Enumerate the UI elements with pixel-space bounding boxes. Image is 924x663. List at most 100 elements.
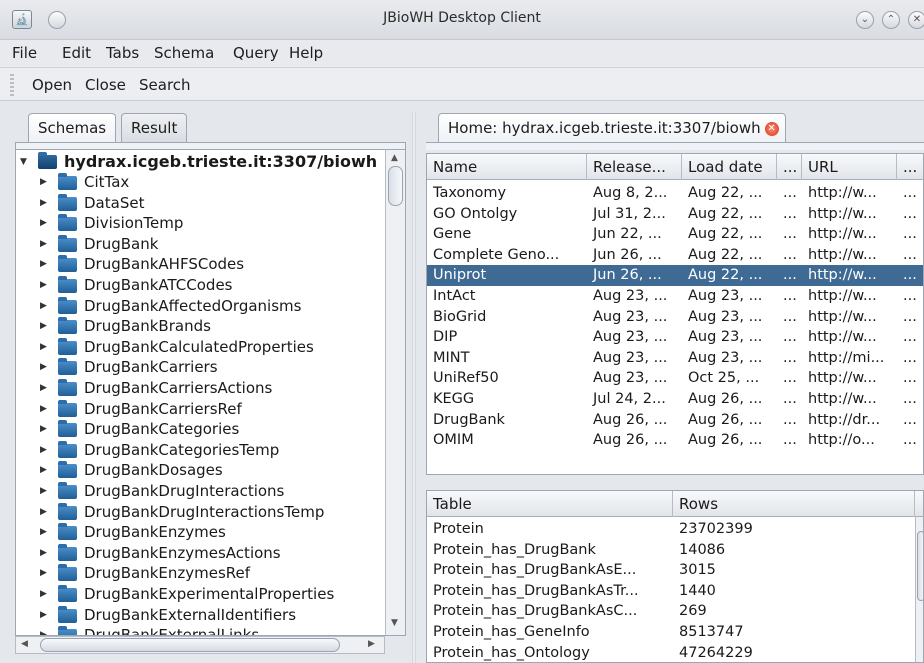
tab-result[interactable]: Result <box>121 113 188 143</box>
table-row[interactable]: Protein_has_GeneInfo 8513747 <box>427 622 915 643</box>
dataset-row[interactable]: UniRef50 Aug 23, ... Oct 25, ...... http://… <box>427 368 923 389</box>
tables-vertical-scrollbar[interactable] <box>915 517 923 662</box>
dataset-row[interactable]: Complete Geno... Jun 26, ... Aug 22, .....… <box>427 245 923 266</box>
close-window-icon[interactable]: ✕ <box>908 11 924 29</box>
menu-edit[interactable]: Edit <box>62 44 91 62</box>
dataset-row[interactable]: BioGrid Aug 23, ... Aug 23, ...... http://w… <box>427 307 923 328</box>
table-row[interactable]: Protein_has_DrugBank 14086 <box>427 540 915 561</box>
collapse-arrow-icon[interactable]: ▶ <box>40 419 50 439</box>
collapse-arrow-icon[interactable]: ▶ <box>40 234 50 254</box>
toolbar-grip[interactable] <box>10 74 14 96</box>
table-row[interactable]: Protein_has_DrugBankAsTr... 1440 <box>427 581 915 602</box>
collapse-arrow-icon[interactable]: ▶ <box>40 254 50 274</box>
maximize-icon[interactable]: ⌃ <box>882 11 900 29</box>
collapse-arrow-icon[interactable]: ▶ <box>40 357 50 377</box>
dataset-row[interactable]: MINT Aug 23, ... Aug 23, ...... http://mi..… <box>427 348 923 369</box>
minimize-icon[interactable]: ⌄ <box>856 11 874 29</box>
column-header-url[interactable]: URL <box>802 154 897 180</box>
dataset-row[interactable]: Uniprot Jun 26, ... Aug 22, ...... http://w… <box>427 265 923 286</box>
column-header-release[interactable]: Release... <box>587 154 682 180</box>
datasets-table[interactable]: Name Release... Load date ... URL ... Ta… <box>426 153 924 475</box>
tree-item[interactable]: ▶ DrugBankDosages <box>16 460 384 480</box>
collapse-arrow-icon[interactable]: ▶ <box>40 502 50 522</box>
collapse-arrow-icon[interactable]: ▶ <box>40 460 50 480</box>
dataset-row[interactable]: OMIM Aug 26, ... Aug 26, ...... http://o...… <box>427 430 923 451</box>
tables-scroll-thumb[interactable] <box>917 531 923 601</box>
tree-item[interactable]: ▶ DrugBankDrugInteractionsTemp <box>16 502 384 522</box>
column-header-load-date[interactable]: Load date <box>682 154 777 180</box>
tree-horizontal-scrollbar[interactable]: ◀ ▶ <box>15 636 385 654</box>
close-button[interactable]: Close <box>85 76 126 94</box>
dataset-row[interactable]: Gene Jun 22, ... Aug 22, ...... http://w...… <box>427 224 923 245</box>
collapse-arrow-icon[interactable]: ▶ <box>40 296 50 316</box>
collapse-arrow-icon[interactable]: ▶ <box>40 440 50 460</box>
collapse-arrow-icon[interactable]: ▶ <box>40 213 50 233</box>
tree-item[interactable]: ▶ DrugBankCategories <box>16 419 384 439</box>
search-button[interactable]: Search <box>139 76 191 94</box>
tree-item[interactable]: ▶ DrugBankCalculatedProperties <box>16 337 384 357</box>
tree-item[interactable]: ▶ DrugBankBrands <box>16 316 384 336</box>
column-header-name[interactable]: Name <box>427 154 587 180</box>
tree-item[interactable]: ▶ DataSet <box>16 193 384 213</box>
tab-schemas[interactable]: Schemas <box>28 113 117 143</box>
column-header-extra[interactable]: ... <box>897 154 923 180</box>
menu-help[interactable]: Help <box>289 44 323 62</box>
table-row[interactable]: Protein_has_DrugBankAsE... 3015 <box>427 560 915 581</box>
table-row[interactable]: Protein_has_DrugBankAsC... 269 <box>427 601 915 622</box>
tree-item[interactable]: ▶ DrugBank <box>16 234 384 254</box>
dataset-row[interactable]: IntAct Aug 23, ... Aug 23, ...... http://w.… <box>427 286 923 307</box>
dataset-row[interactable]: DrugBank Aug 26, ... Aug 26, ...... http://… <box>427 410 923 431</box>
scroll-up-icon[interactable]: ▲ <box>391 153 398 163</box>
tree-item[interactable]: ▶ CitTax <box>16 172 384 192</box>
tree-item[interactable]: ▶ DrugBankDrugInteractions <box>16 481 384 501</box>
scroll-left-icon[interactable]: ◀ <box>21 639 28 649</box>
collapse-arrow-icon[interactable]: ▶ <box>40 522 50 542</box>
tree-item[interactable]: ▶ DrugBankExperimentalProperties <box>16 584 384 604</box>
tree-vertical-scrollbar[interactable]: ▲ ▼ <box>385 150 405 635</box>
collapse-arrow-icon[interactable]: ▶ <box>40 337 50 357</box>
column-header-rows[interactable]: Rows <box>673 491 915 517</box>
collapse-arrow-icon[interactable]: ▶ <box>40 275 50 295</box>
menu-file[interactable]: File <box>12 44 37 62</box>
scroll-right-icon[interactable]: ▶ <box>368 639 375 649</box>
collapse-arrow-icon[interactable]: ▶ <box>40 378 50 398</box>
column-header-table[interactable]: Table <box>427 491 673 517</box>
menu-tabs[interactable]: Tabs <box>106 44 139 62</box>
collapse-arrow-icon[interactable]: ▶ <box>40 481 50 501</box>
dataset-row[interactable]: Taxonomy Aug 8, 2... Aug 22, ...... http://… <box>427 183 923 204</box>
dataset-row[interactable]: GO Ontolgy Jul 31, 2... Aug 22, ...... http… <box>427 204 923 225</box>
tree-item[interactable]: ▶ DrugBankEnzymes <box>16 522 384 542</box>
collapse-arrow-icon[interactable]: ▶ <box>40 399 50 419</box>
collapse-arrow-icon[interactable]: ▶ <box>40 316 50 336</box>
tab-home[interactable]: Home: hydrax.icgeb.trieste.it:3307/biowh… <box>438 113 786 143</box>
close-tab-icon[interactable]: ✕ <box>764 121 779 136</box>
open-button[interactable]: Open <box>32 76 72 94</box>
collapse-arrow-icon[interactable]: ▶ <box>40 625 50 635</box>
table-row[interactable]: Protein 23702399 <box>427 519 915 540</box>
tree-item[interactable]: ▶ DrugBankExternalLinks <box>16 625 384 635</box>
dataset-row[interactable]: DIP Aug 23, ... Aug 23, ...... http://w....… <box>427 327 923 348</box>
scroll-down-icon[interactable]: ▼ <box>391 618 398 628</box>
tree-item[interactable]: ▶ DrugBankCarriers <box>16 357 384 377</box>
collapse-arrow-icon[interactable]: ▶ <box>40 563 50 583</box>
tree-item[interactable]: ▶ DrugBankCategoriesTemp <box>16 440 384 460</box>
tree-hscroll-thumb[interactable] <box>40 638 340 652</box>
table-row[interactable]: Protein_has_Ontology 47264229 <box>427 643 915 662</box>
schema-tree[interactable]: ▼ hydrax.icgeb.trieste.it:3307/biowh ▶ Ci… <box>15 149 406 636</box>
tree-item[interactable]: ▶ DrugBankEnzymesActions <box>16 543 384 563</box>
tables-table[interactable]: Table Rows Protein 23702399 Protein_has_Dr… <box>426 490 924 663</box>
tree-item[interactable]: ▶ DrugBankAffectedOrganisms <box>16 296 384 316</box>
tree-root-row[interactable]: ▼ hydrax.icgeb.trieste.it:3307/biowh <box>16 152 386 172</box>
tree-item[interactable]: ▶ DrugBankEnzymesRef <box>16 563 384 583</box>
collapse-arrow-icon[interactable]: ▶ <box>40 584 50 604</box>
split-pane-divider[interactable] <box>412 112 416 663</box>
menu-query[interactable]: Query <box>233 44 279 62</box>
tree-item[interactable]: ▶ DivisionTemp <box>16 213 384 233</box>
tree-item[interactable]: ▶ DrugBankExternalIdentifiers <box>16 605 384 625</box>
collapse-arrow-icon[interactable]: ▶ <box>40 193 50 213</box>
expand-arrow-icon[interactable]: ▼ <box>20 152 30 172</box>
column-header-more[interactable]: ... <box>777 154 802 180</box>
tree-item[interactable]: ▶ DrugBankATCCodes <box>16 275 384 295</box>
tree-item[interactable]: ▶ DrugBankCarriersActions <box>16 378 384 398</box>
tree-item[interactable]: ▶ DrugBankAHFSCodes <box>16 254 384 274</box>
